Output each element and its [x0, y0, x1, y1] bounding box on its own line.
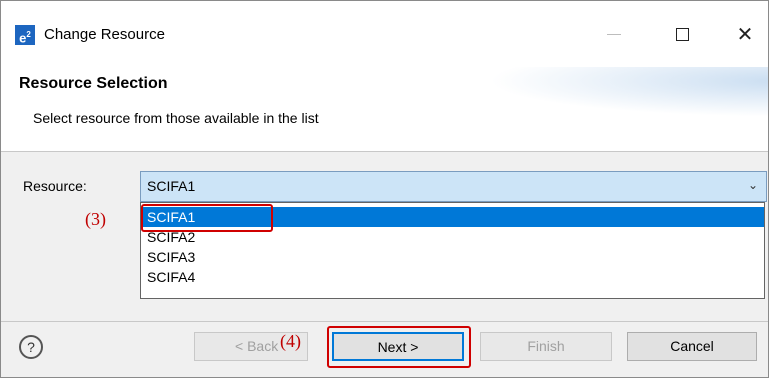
annotation-step-4: (4) [280, 331, 301, 351]
minimize-icon [607, 34, 621, 36]
dialog-window: e2 Change Resource ✕ Resource Selection … [0, 0, 769, 378]
footer-divider [1, 321, 768, 322]
page-title: Resource Selection [19, 75, 168, 92]
annotation-highlight-next [327, 326, 471, 368]
resource-label: Resource: [23, 178, 87, 194]
annotation-step-3: (3) [85, 209, 106, 229]
maximize-button[interactable] [659, 15, 705, 55]
cancel-button[interactable]: Cancel [627, 332, 757, 361]
page-description: Select resource from those available in … [33, 110, 319, 126]
annotation-highlight-option [141, 204, 273, 232]
resource-selected-value: SCIFA1 [147, 178, 196, 194]
option-scifa3[interactable]: SCIFA3 [141, 247, 764, 267]
resource-combobox[interactable]: SCIFA1 ⌄ [140, 171, 767, 202]
minimize-button[interactable] [591, 15, 637, 55]
help-icon[interactable]: ? [19, 335, 43, 359]
wizard-header: Resource Selection Select resource from … [1, 67, 768, 152]
finish-button[interactable]: Finish [480, 332, 612, 361]
close-button[interactable]: ✕ [722, 15, 768, 55]
title-bar: e2 Change Resource ✕ [1, 1, 768, 67]
header-banner-decoration [488, 67, 768, 117]
window-title: Change Resource [44, 26, 165, 43]
e2-app-icon: e2 [15, 25, 35, 45]
maximize-icon [675, 28, 689, 42]
chevron-down-icon[interactable]: ⌄ [748, 178, 758, 192]
option-scifa4[interactable]: SCIFA4 [141, 267, 764, 287]
close-icon: ✕ [736, 24, 754, 46]
